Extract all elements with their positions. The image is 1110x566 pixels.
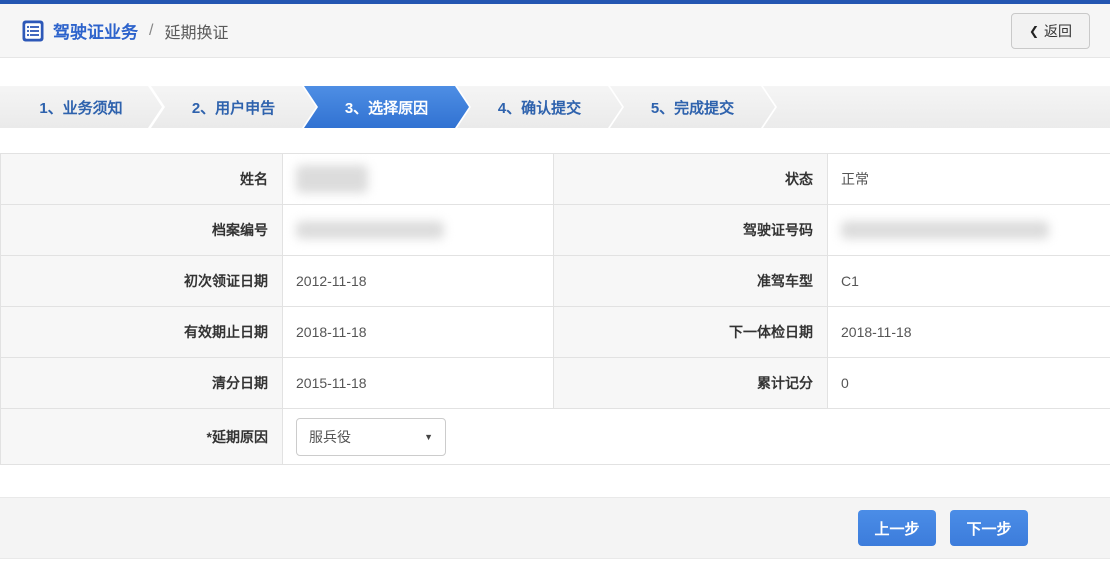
breadcrumb: 驾驶证业务 / 延期换证: [22, 18, 228, 43]
field-label-extension-reason: *延期原因: [1, 409, 283, 465]
table-row: 档案编号 驾驶证号码: [1, 205, 1110, 256]
field-label-first-issue-date: 初次领证日期: [1, 256, 283, 307]
page-subtitle: 延期换证: [164, 19, 228, 43]
step-tab-4[interactable]: 4、确认提交: [457, 86, 622, 128]
field-value-next-physical-date: 2018-11-18: [828, 307, 1110, 358]
selected-option-label: 服兵役: [309, 427, 351, 447]
field-value-points-clear-date: 2015-11-18: [283, 358, 554, 409]
step-tab-2[interactable]: 2、用户申告: [151, 86, 316, 128]
field-value-extension-reason: 服兵役 ▼: [283, 409, 1110, 465]
step-tab-1[interactable]: 1、业务须知: [0, 86, 162, 128]
redacted-value: [296, 221, 444, 239]
back-button[interactable]: ❮ 返回: [1011, 13, 1090, 49]
step-progress-bar: 1、业务须知 2、用户申告 3、选择原因 4、确认提交 5、完成提交: [0, 86, 1110, 128]
field-label-next-physical-date: 下一体检日期: [554, 307, 828, 358]
field-value-status: 正常: [828, 154, 1110, 205]
field-value-vehicle-class: C1: [828, 256, 1110, 307]
list-icon: [22, 20, 44, 42]
chevron-down-icon: ▼: [424, 432, 433, 442]
table-row-reason: *延期原因 服兵役 ▼: [1, 409, 1110, 465]
back-button-label: 返回: [1044, 21, 1072, 41]
redacted-value: [841, 221, 1049, 239]
field-label-file-number: 档案编号: [1, 205, 283, 256]
field-value-accumulated-points: 0: [828, 358, 1110, 409]
page-title: 驾驶证业务: [53, 18, 138, 43]
field-value-first-issue-date: 2012-11-18: [283, 256, 554, 307]
previous-step-button[interactable]: 上一步: [858, 510, 936, 546]
field-label-license-number: 驾驶证号码: [554, 205, 828, 256]
step-tab-5[interactable]: 5、完成提交: [610, 86, 775, 128]
table-row: 姓名 状态 正常: [1, 154, 1110, 205]
chevron-left-icon: ❮: [1029, 24, 1039, 38]
license-info-table: 姓名 状态 正常 档案编号 驾驶证号码 初次领证日期 2012-11-18 准驾…: [0, 153, 1110, 465]
field-label-accumulated-points: 累计记分: [554, 358, 828, 409]
table-row: 初次领证日期 2012-11-18 准驾车型 C1: [1, 256, 1110, 307]
field-value-file-number: [283, 205, 554, 256]
table-row: 清分日期 2015-11-18 累计记分 0: [1, 358, 1110, 409]
step-bar-filler: [763, 86, 1110, 128]
field-label-valid-until: 有效期止日期: [1, 307, 283, 358]
step-tab-3-active[interactable]: 3、选择原因: [304, 86, 469, 128]
table-row: 有效期止日期 2018-11-18 下一体检日期 2018-11-18: [1, 307, 1110, 358]
field-label-name: 姓名: [1, 154, 283, 205]
page-header: 驾驶证业务 / 延期换证 ❮ 返回: [0, 4, 1110, 58]
redacted-value: [296, 165, 368, 193]
field-label-vehicle-class: 准驾车型: [554, 256, 828, 307]
field-value-license-number: [828, 205, 1110, 256]
next-step-button[interactable]: 下一步: [950, 510, 1028, 546]
field-value-name: [283, 154, 554, 205]
field-label-status: 状态: [554, 154, 828, 205]
field-label-points-clear-date: 清分日期: [1, 358, 283, 409]
field-value-valid-until: 2018-11-18: [283, 307, 554, 358]
breadcrumb-separator: /: [149, 22, 153, 40]
footer-action-bar: 上一步 下一步: [0, 497, 1110, 559]
extension-reason-select[interactable]: 服兵役 ▼: [296, 418, 446, 456]
